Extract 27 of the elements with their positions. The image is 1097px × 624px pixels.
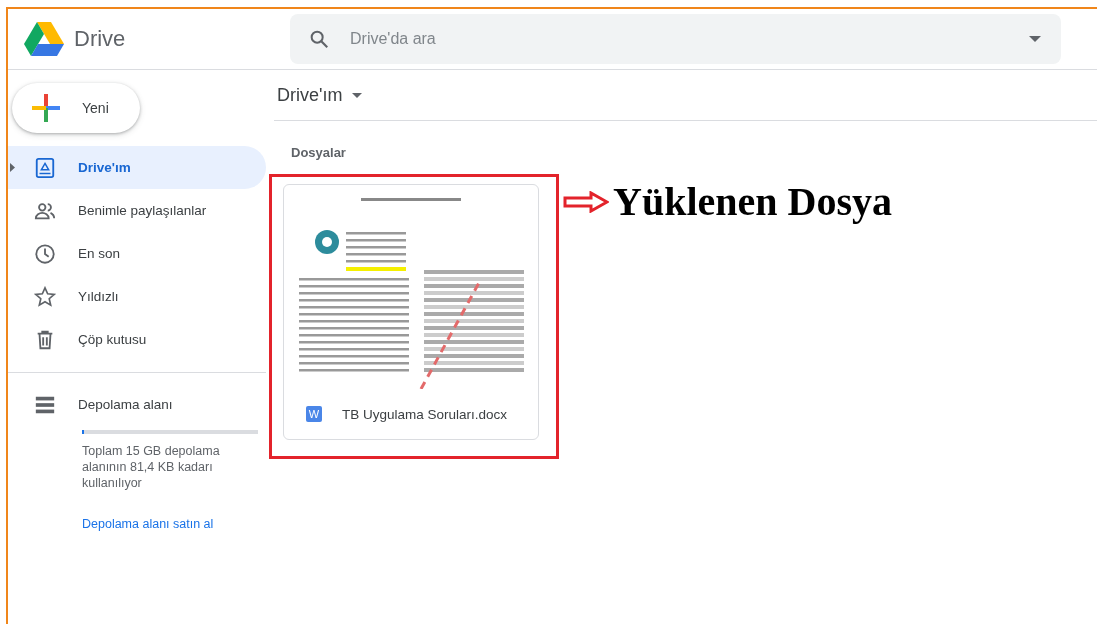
search-field[interactable]: Drive'da ara — [348, 29, 652, 49]
file-name: TB Uygulama Soruları.docx — [342, 406, 508, 422]
search-icon — [308, 28, 330, 50]
annotation-arrow-icon — [563, 190, 609, 213]
annotation-text: Yüklenen Dosya — [613, 178, 892, 225]
file-card[interactable]: W TB Uygulama Soruları.docx — [283, 184, 539, 440]
drive-icon — [34, 156, 56, 179]
star-icon — [34, 285, 56, 308]
nav-item[interactable]: En son — [8, 232, 266, 275]
new-button[interactable]: Yeni — [12, 83, 140, 133]
plus-icon — [32, 94, 60, 122]
nav-item[interactable]: Drive'ım — [8, 146, 266, 189]
word-file-icon: W — [306, 406, 322, 422]
caret-icon — [352, 92, 363, 98]
section-heading: Dosyalar — [291, 145, 347, 160]
drive-logo-icon — [24, 21, 64, 57]
nav-item[interactable]: Benimle paylaşılanlar — [8, 189, 266, 232]
storage-item[interactable]: Depolama alanı — [8, 383, 266, 426]
storage-usage-text: Toplam 15 GB depolama alanının 81,4 KB kadarı kullanılıyor — [82, 443, 221, 491]
nav-item[interactable]: Yıldızlı — [8, 275, 266, 318]
buy-storage-link[interactable]: Depolama alanı satın al — [82, 517, 266, 531]
breadcrumb-button[interactable]: Drive'ım — [274, 84, 363, 106]
expand-arrow-icon — [9, 163, 15, 172]
nav-item[interactable]: Çöp kutusu — [8, 318, 266, 361]
app-name: Drive — [74, 26, 126, 52]
dropdown-caret-icon — [1029, 36, 1041, 42]
clock-icon — [34, 242, 56, 265]
